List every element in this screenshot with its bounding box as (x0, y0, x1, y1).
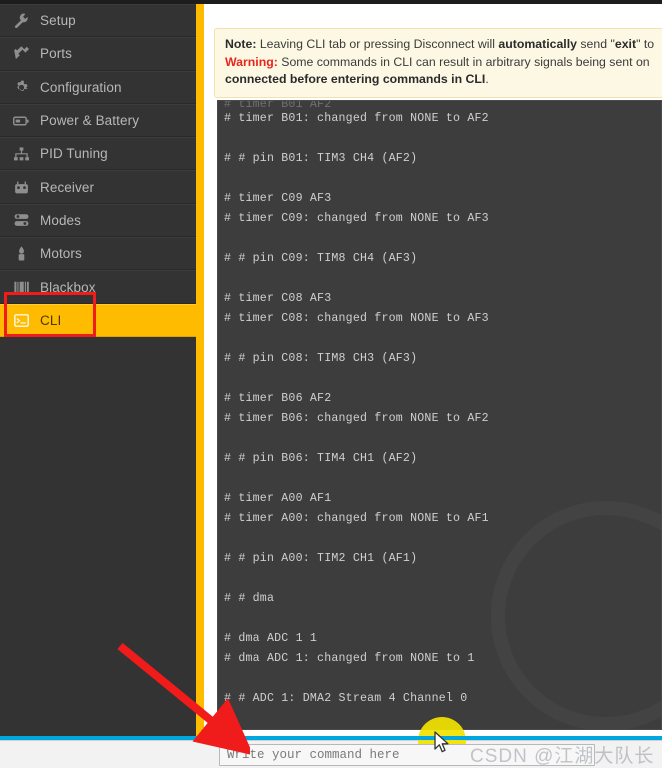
betaflight-configurator-window: Setup Ports Configuration Power & Battery PI… (0, 0, 662, 768)
terminal-line: # dma ADC 1 1 (224, 632, 318, 645)
terminal-line: # timer A00 AF1 (224, 492, 332, 505)
wrench-icon (11, 12, 31, 30)
sidebar-item-modes[interactable]: Modes (0, 203, 196, 238)
terminal-line: # # pin C08: TIM8 CH3 (AF3) (224, 352, 418, 365)
terminal-line: # timer B01: changed from NONE to AF2 (224, 112, 489, 125)
terminal-line: # # pin A00: TIM2 CH1 (AF1) (224, 552, 418, 565)
active-tab-accent-strip (196, 4, 204, 740)
terminal-line: # dma pin B00 0 (224, 729, 655, 730)
cli-tab-content: Note: Leaving CLI tab or pressing Discon… (196, 0, 662, 740)
sidebar-item-cli[interactable]: CLI (0, 303, 196, 337)
warning-bold-line: connected before entering commands in CL… (225, 72, 486, 86)
sidebar-item-label: Power & Battery (40, 113, 140, 129)
sidebar-item-power-battery[interactable]: Power & Battery (0, 103, 196, 138)
notice-note-line: Note: Leaving CLI tab or pressing Discon… (225, 36, 662, 54)
terminal-line: # timer C09 AF3 (224, 192, 332, 205)
note-text-3: " to (636, 37, 655, 51)
sidebar-item-motors[interactable]: Motors (0, 237, 196, 271)
sidebar-item-label: Modes (40, 212, 82, 228)
note-text-1: Leaving CLI tab or pressing Disconnect w… (256, 37, 499, 51)
sidebar-item-label: Receiver (40, 179, 95, 195)
sidebar-item-setup[interactable]: Setup (0, 4, 196, 38)
sidebar-item-receiver[interactable]: Receiver (0, 170, 196, 204)
terminal-line: # timer A00: changed from NONE to AF1 (224, 512, 489, 525)
sidebar-item-ports[interactable]: Ports (0, 37, 196, 71)
sidebar-nav: Setup Ports Configuration Power & Battery PI… (0, 0, 196, 740)
cli-notice-banner: Note: Leaving CLI tab or pressing Discon… (214, 28, 662, 98)
terminal-line: # timer C08 AF3 (224, 292, 332, 305)
note-text-2: send " (576, 37, 615, 51)
sidebar-item-blackbox[interactable]: Blackbox (0, 270, 196, 304)
transmitter-icon (11, 178, 31, 196)
note-bold-automatically: automatically (498, 37, 577, 51)
sidebar-item-configuration[interactable]: Configuration (0, 70, 196, 104)
warning-text: Some commands in CLI can result in arbit… (277, 54, 650, 69)
sidebar-item-label: Motors (40, 246, 82, 262)
sidebar-item-label: CLI (40, 312, 62, 328)
terminal-line: # timer C08: changed from NONE to AF3 (224, 312, 489, 325)
sidebar-item-pid-tuning[interactable]: PID Tuning (0, 137, 196, 171)
warning-label: Warning: (225, 54, 278, 69)
motor-icon (11, 245, 31, 263)
sidebar-item-label: PID Tuning (40, 146, 108, 162)
terminal-line: # # dma (224, 592, 275, 605)
gear-icon (11, 78, 31, 96)
sidebar-item-label: Ports (40, 46, 73, 62)
note-label: Note: (225, 37, 257, 51)
sliders-icon (11, 211, 31, 229)
plug-icon (11, 45, 31, 63)
terminal-line: # timer C09: changed from NONE to AF3 (224, 212, 489, 225)
notice-warning-line-2: connected before entering commands in CL… (225, 71, 662, 89)
terminal-line: # # pin B06: TIM4 CH1 (AF2) (224, 452, 418, 465)
sitemap-icon (11, 145, 31, 163)
sidebar-item-label: Blackbox (40, 279, 96, 295)
terminal-line: # timer B06 AF2 (224, 392, 332, 405)
battery-icon (11, 112, 31, 130)
notice-warning-line: Warning: Some commands in CLI can result… (225, 54, 662, 72)
terminal-line: # # pin C09: TIM8 CH4 (AF3) (224, 252, 418, 265)
terminal-line: # # ADC 1: DMA2 Stream 4 Channel 0 (224, 692, 468, 705)
blackbox-icon (11, 278, 31, 296)
warning-tail: . (485, 72, 489, 86)
terminal-line: # timer B01 AF2 (224, 101, 332, 109)
cli-command-input[interactable] (219, 744, 595, 766)
terminal-icon (11, 311, 31, 329)
terminal-line: # # pin B01: TIM3 CH4 (AF2) (224, 152, 418, 165)
terminal-line: # dma ADC 1: changed from NONE to 1 (224, 652, 475, 665)
bottom-separator-rule (0, 736, 662, 740)
sidebar-item-label: Configuration (40, 79, 122, 95)
sidebar-item-label: Setup (40, 13, 76, 29)
cli-terminal-output[interactable]: CSDN @江湖大队长 # timer B01 AF2# timer B01: … (217, 100, 662, 730)
terminal-line: # timer B06: changed from NONE to AF2 (224, 412, 489, 425)
note-bold-exit: exit (614, 37, 637, 51)
